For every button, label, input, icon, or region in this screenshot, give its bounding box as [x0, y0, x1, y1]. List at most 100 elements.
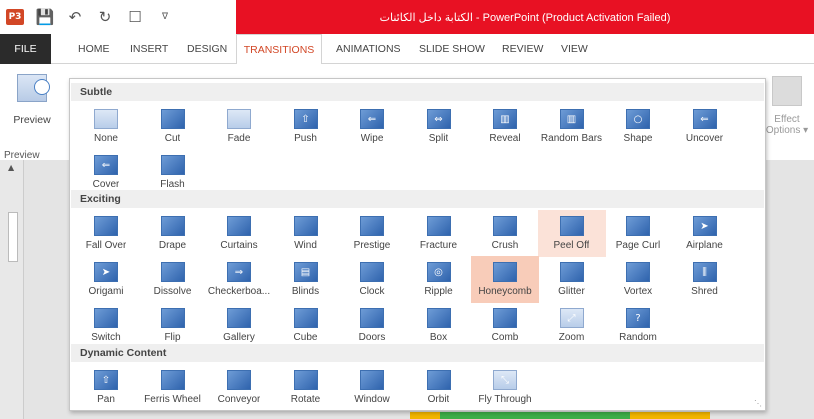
transition-prestige[interactable]: Prestige: [338, 210, 406, 257]
transition-shred[interactable]: ⫼ Shred: [671, 256, 739, 303]
transition-fall-over[interactable]: Fall Over: [72, 210, 140, 257]
transition-label: Flip: [164, 332, 181, 343]
transition-pan[interactable]: ⇧ Pan: [72, 364, 140, 411]
customize-qat-icon[interactable]: ∇: [150, 0, 180, 34]
transition-ferris-wheel[interactable]: Ferris Wheel: [139, 364, 207, 411]
undo-icon[interactable]: ↶: [60, 0, 90, 34]
transition-push[interactable]: ⇧ Push: [272, 103, 340, 150]
transition-vortex[interactable]: Vortex: [604, 256, 672, 303]
transition-reveal-icon: ▥: [493, 109, 517, 129]
transition-random-bars[interactable]: ▥ Random Bars: [538, 103, 606, 150]
transition-comb[interactable]: Comb: [471, 302, 539, 349]
transition-push-icon: ⇧: [293, 109, 318, 129]
transition-label: Uncover: [685, 133, 724, 144]
transition-fall-over-icon: [94, 216, 118, 236]
transition-cut[interactable]: Cut: [139, 103, 207, 150]
transition-drape[interactable]: Drape: [139, 210, 207, 257]
transition-cover[interactable]: ⇐ Cover: [72, 149, 140, 196]
transition-uncover[interactable]: ⇐ Uncover: [671, 103, 739, 150]
transition-checkerboa[interactable]: ⇒ Checkerboa...: [205, 256, 273, 303]
transition-cube[interactable]: Cube: [272, 302, 340, 349]
transition-label: Zoom: [558, 332, 585, 343]
transitions-gallery: ⋱ Subtle None Cut Fade ⇧ Push ⇐ Wipe ⇔ Split ▥ Reve…: [69, 78, 766, 411]
effect-options-icon: [772, 76, 802, 106]
touch-mode-icon[interactable]: ☐: [120, 0, 150, 34]
transition-airplane[interactable]: ➤ Airplane: [671, 210, 739, 257]
title-bar: P3 💾 ↶ ↻ ☐ ∇ PowerPoint (Product Activat…: [0, 0, 814, 34]
resize-grip-icon[interactable]: ⋱: [754, 399, 762, 408]
transition-fly-through[interactable]: ⤡ Fly Through: [471, 364, 539, 411]
slide-thumbnails-pane[interactable]: [0, 160, 24, 419]
transition-origami[interactable]: ➤ Origami: [72, 256, 140, 303]
transition-fracture[interactable]: Fracture: [405, 210, 473, 257]
scroll-up-icon[interactable]: ▲: [8, 163, 14, 172]
transition-cube-icon: [293, 308, 318, 328]
transition-split-icon: ⇔: [426, 109, 451, 129]
transition-label: Wind: [294, 240, 317, 251]
transition-conveyor[interactable]: Conveyor: [205, 364, 273, 411]
transition-label: Gallery: [223, 332, 255, 343]
transition-box[interactable]: Box: [405, 302, 473, 349]
transition-page-curl[interactable]: Page Curl: [604, 210, 672, 257]
transition-glitter[interactable]: Glitter: [538, 256, 606, 303]
tab-slide-show[interactable]: SLIDE SHOW: [419, 34, 485, 64]
transition-switch[interactable]: Switch: [72, 302, 140, 349]
transition-label: Cube: [293, 332, 318, 343]
transition-doors[interactable]: Doors: [338, 302, 406, 349]
redo-icon[interactable]: ↻: [90, 0, 120, 34]
transition-label: Switch: [91, 332, 121, 343]
transition-label: Peel Off: [553, 240, 590, 251]
tab-insert[interactable]: INSERT: [130, 34, 168, 64]
transition-wind[interactable]: Wind: [272, 210, 340, 257]
transition-orbit[interactable]: Orbit: [405, 364, 473, 411]
transition-vortex-icon: [626, 262, 650, 282]
slide-color-block: [630, 412, 710, 419]
transition-clock[interactable]: Clock: [338, 256, 406, 303]
tab-transitions[interactable]: TRANSITIONS: [236, 34, 322, 65]
transition-orbit-icon: [426, 370, 451, 390]
transition-conveyor-icon: [227, 370, 251, 390]
tab-design[interactable]: DESIGN: [187, 34, 227, 64]
transition-peel-off-icon: [559, 216, 584, 236]
effect-options-button[interactable]: Effect Options ▾: [764, 76, 810, 136]
tab-view[interactable]: VIEW: [561, 34, 588, 64]
transition-gallery[interactable]: Gallery: [205, 302, 273, 349]
app-icon[interactable]: P3: [0, 0, 30, 34]
transition-blinds[interactable]: ▤ Blinds: [272, 256, 340, 303]
transition-rotate[interactable]: Rotate: [272, 364, 340, 411]
transition-ripple-icon: ◎: [426, 262, 451, 282]
tab-animations[interactable]: ANIMATIONS: [336, 34, 401, 64]
tab-home[interactable]: HOME: [78, 34, 110, 64]
transition-ripple[interactable]: ◎ Ripple: [405, 256, 473, 303]
transition-wipe[interactable]: ⇐ Wipe: [338, 103, 406, 150]
transition-shape[interactable]: ○ Shape: [604, 103, 672, 150]
tab-file[interactable]: FILE: [0, 34, 51, 64]
transition-window[interactable]: Window: [338, 364, 406, 411]
save-icon[interactable]: 💾: [30, 0, 60, 34]
transition-fade[interactable]: Fade: [205, 103, 273, 150]
transition-flip[interactable]: Flip: [139, 302, 207, 349]
tab-review[interactable]: REVIEW: [502, 34, 543, 64]
transition-reveal[interactable]: ▥ Reveal: [471, 103, 539, 150]
powerpoint-logo-icon: P3: [6, 9, 24, 25]
transition-split[interactable]: ⇔ Split: [405, 103, 473, 150]
scrollbar-thumb[interactable]: [8, 212, 18, 262]
transition-label: Doors: [358, 332, 386, 343]
transition-random[interactable]: ? Random: [604, 302, 672, 349]
transition-label: Window: [354, 394, 390, 405]
transition-curtains[interactable]: Curtains: [205, 210, 273, 257]
transition-honeycomb[interactable]: Honeycomb: [471, 256, 539, 303]
transition-flash-icon: [160, 155, 185, 175]
transition-shape-icon: ○: [626, 109, 650, 129]
preview-button[interactable]: Preview: [6, 74, 58, 126]
transition-label: Pan: [97, 394, 115, 405]
transition-none[interactable]: None: [72, 103, 140, 150]
transition-crush[interactable]: Crush: [471, 210, 539, 257]
transition-zoom[interactable]: ⤢ Zoom: [538, 302, 606, 349]
transition-label: Checkerboa...: [207, 286, 271, 297]
preview-label: Preview: [13, 114, 51, 126]
transition-label: Drape: [158, 240, 187, 251]
transition-flash[interactable]: Flash: [139, 149, 207, 196]
transition-peel-off[interactable]: Peel Off: [537, 210, 606, 257]
transition-dissolve[interactable]: Dissolve: [139, 256, 207, 303]
